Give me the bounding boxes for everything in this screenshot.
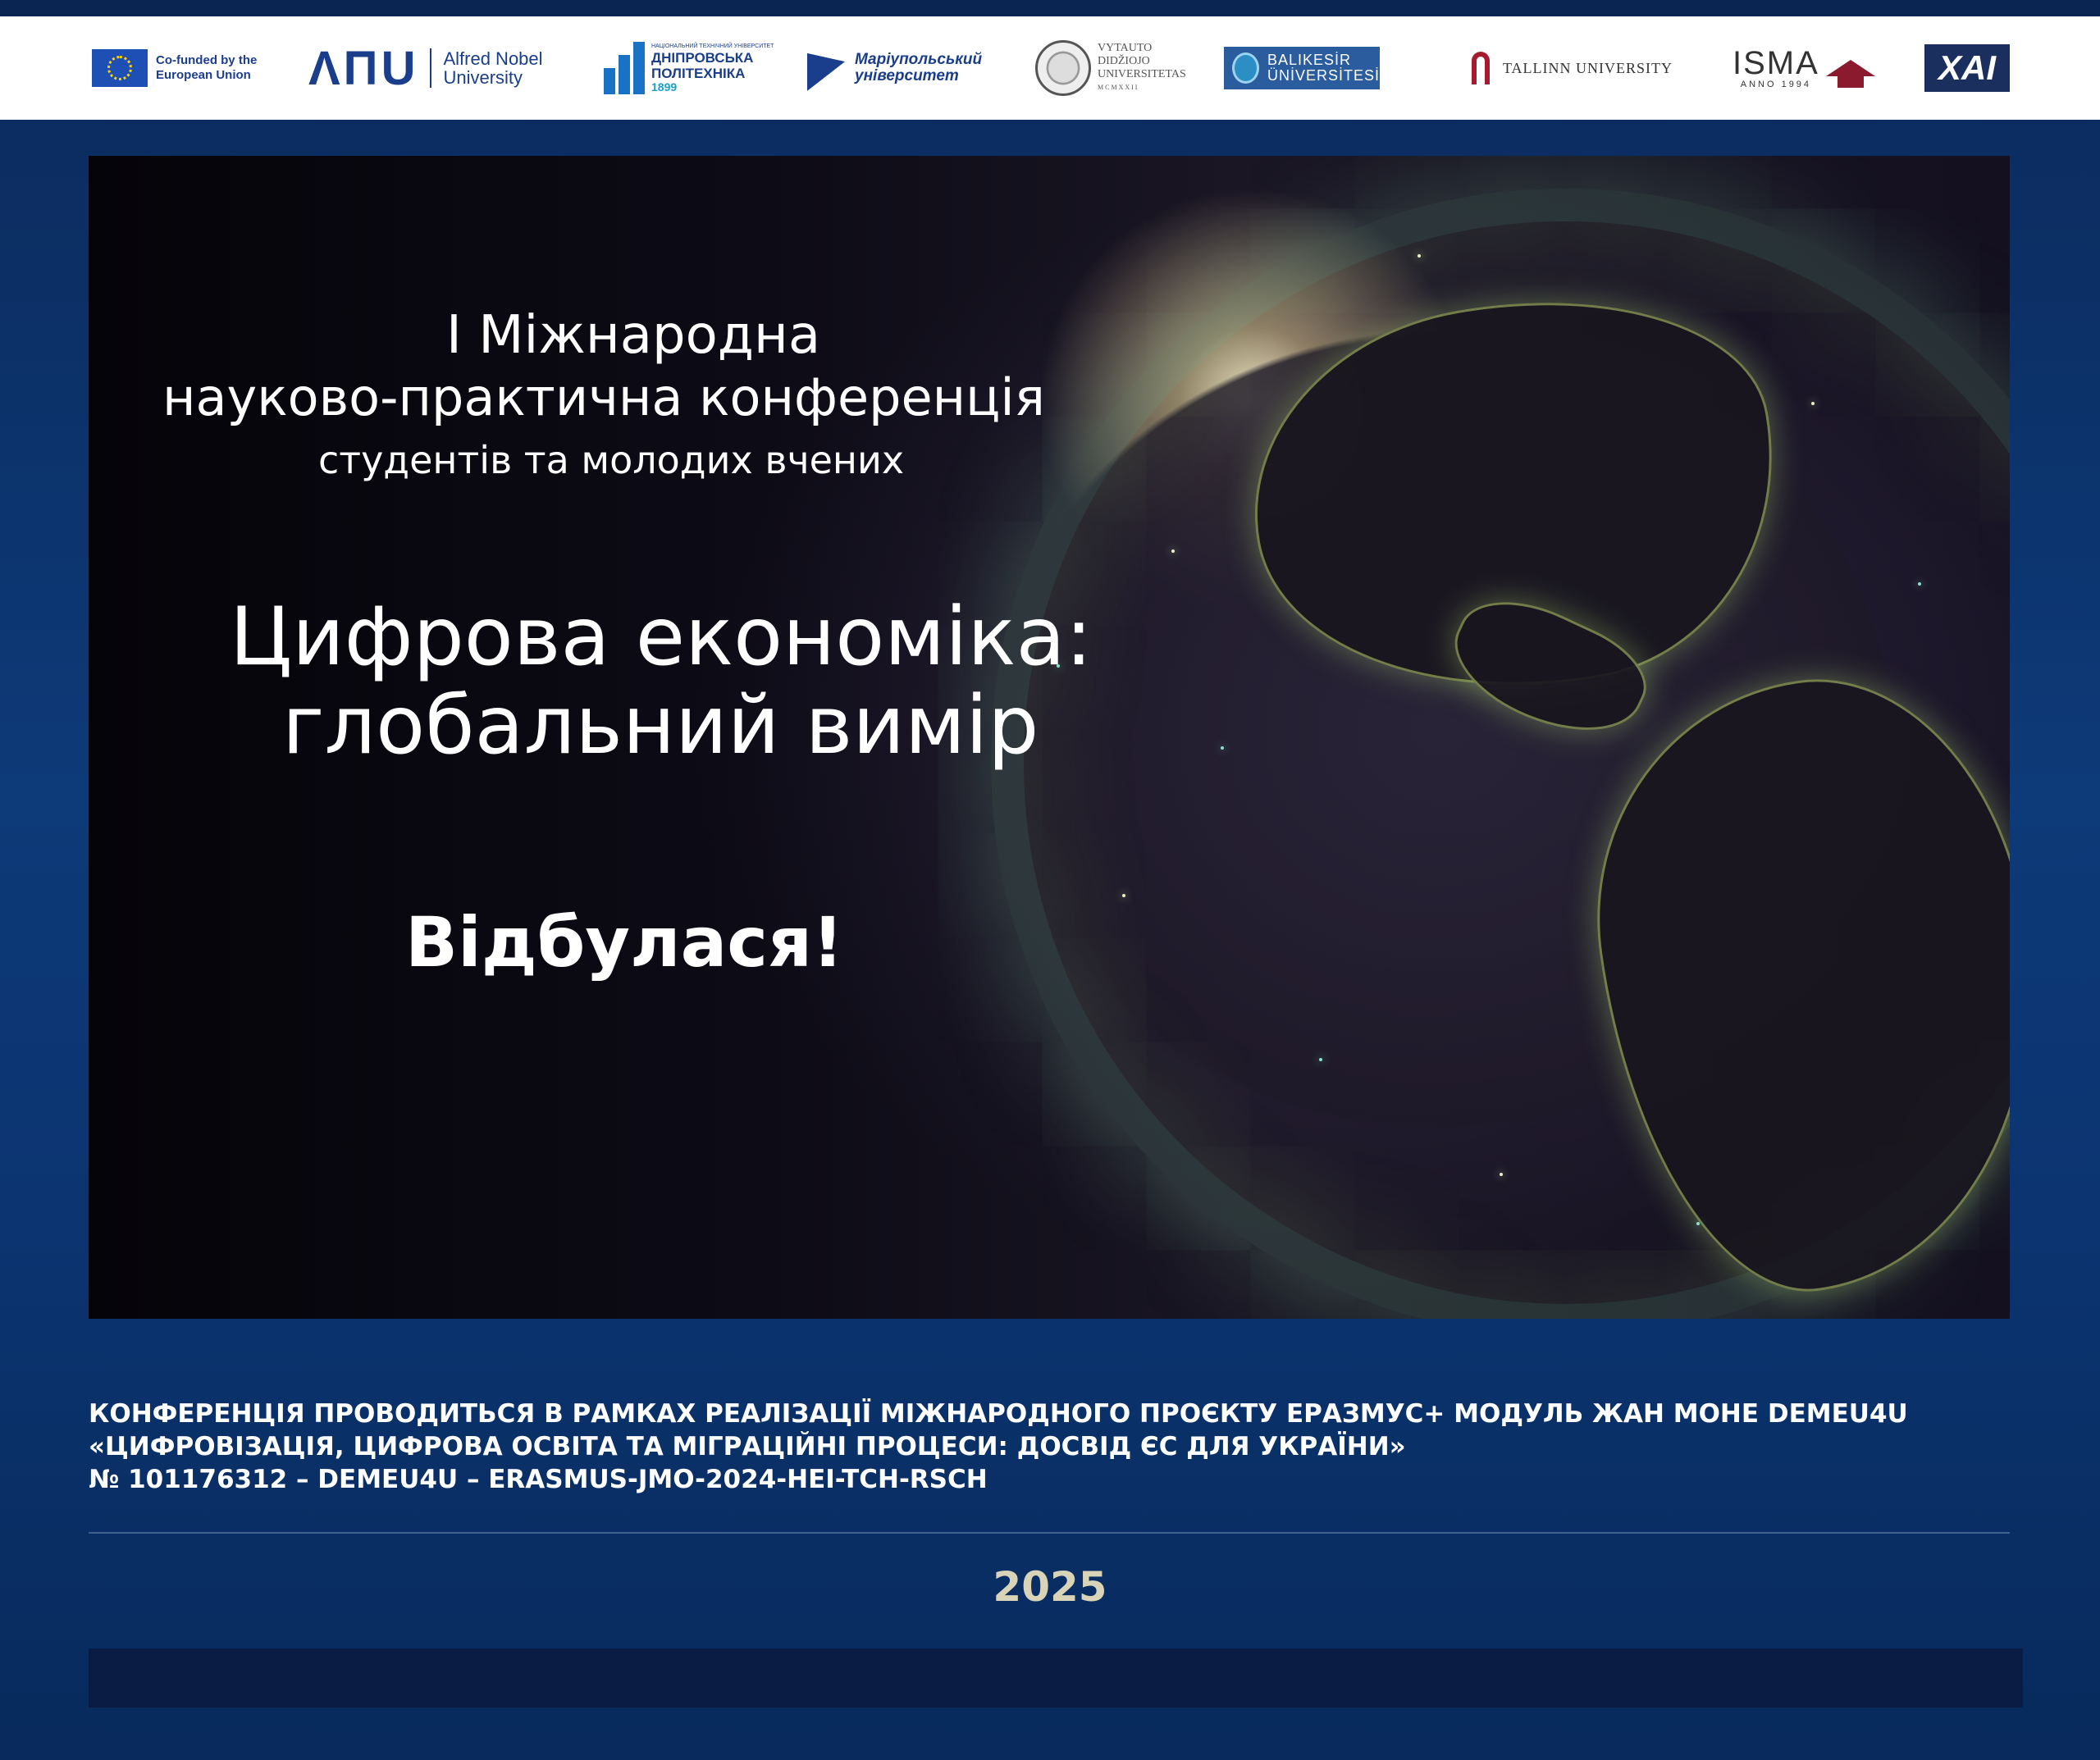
footer-divider xyxy=(89,1532,2010,1534)
dnipro-blocks-icon xyxy=(604,42,646,94)
tallinn-arch-icon xyxy=(1472,52,1490,84)
dnipro-polytechnic-logo: НАЦІОНАЛЬНИЙ ТЕХНІЧНИЙ УНІВЕРСИТЕТ ДНІПР… xyxy=(604,16,774,120)
bird-icon xyxy=(807,45,845,91)
project-note-line1: КОНФЕРЕНЦІЯ ПРОВОДИТЬСЯ В РАМКАХ РЕАЛІЗА… xyxy=(89,1399,1908,1429)
conference-ordinal: І Міжнародна xyxy=(446,305,821,366)
isma-logo-sub: ANNO 1994 xyxy=(1740,80,1812,89)
vytautas-magnus-logo: VYTAUTO DIDŽIOJO UNIVERSITETAS MCMXXII xyxy=(1035,16,1188,120)
conference-type: науково-практична конференція xyxy=(162,367,1045,427)
dnipro-logo-line1: ДНІПРОВСЬКА xyxy=(651,49,754,66)
balikesir-logo-line1: BALIKESİR xyxy=(1267,52,1352,68)
hero-banner: І Міжнародна науково-практична конференц… xyxy=(89,156,2010,1319)
isma-logo: ISMA ANNO 1994 xyxy=(1732,16,1875,120)
balikesir-logo-line2: ÜNİVERSİTESİ xyxy=(1267,67,1380,84)
anu-logo-mark: ΛΠU xyxy=(308,41,419,95)
conference-audience: студентів та молодих вчених xyxy=(318,438,905,482)
isma-logo-name: ISMA xyxy=(1732,45,1819,81)
mariupol-university-logo: Маріупольський університет xyxy=(807,16,986,120)
khai-logo-text: ХАІ xyxy=(1924,44,2010,92)
balikesir-seal-icon xyxy=(1232,52,1259,84)
conference-status: Відбулася! xyxy=(405,902,844,983)
vdu-seal-icon xyxy=(1035,40,1091,96)
khai-logo: ХАІ xyxy=(1924,16,2010,120)
conference-title-line1: Цифрова економіка: xyxy=(230,590,1093,684)
top-strip xyxy=(0,0,2100,16)
tallinn-logo-text: TALLINN UNIVERSITY xyxy=(1503,59,1673,76)
vdu-logo-line1: VYTAUTO xyxy=(1098,42,1153,54)
conference-title-line2: глобальний вимір xyxy=(282,679,1039,773)
dnipro-logo-year: 1899 xyxy=(651,80,678,93)
balikesir-university-logo: BALIKESİR ÜNİVERSİTESİ xyxy=(1224,16,1380,120)
dnipro-logo-subtitle: НАЦІОНАЛЬНИЙ ТЕХНІЧНИЙ УНІВЕРСИТЕТ xyxy=(651,43,774,49)
vdu-logo-line2: DIDŽIOJO xyxy=(1098,55,1150,67)
tallinn-university-logo: TALLINN UNIVERSITY xyxy=(1472,16,1673,120)
mariupol-logo-text: Маріупольський університет xyxy=(855,51,983,84)
vdu-logo-line3: UNIVERSITETAS xyxy=(1098,68,1186,80)
year-label: 2025 xyxy=(993,1563,1107,1611)
eu-logo-text: Co-funded by the European Union xyxy=(156,53,258,82)
bottom-bar xyxy=(89,1648,2023,1708)
anu-logo-text: Alfred Nobel University xyxy=(443,48,543,88)
graduation-cap-icon xyxy=(1825,60,1875,88)
eu-flag-icon xyxy=(92,49,148,87)
vdu-logo-line4: MCMXXII xyxy=(1098,84,1139,91)
project-note-line2: «ЦИФРОВІЗАЦІЯ, ЦИФРОВА ОСВІТА ТА МІГРАЦІ… xyxy=(89,1432,1406,1461)
partner-logo-bar: Co-funded by the European Union ΛΠU Alfr… xyxy=(0,16,2100,120)
eu-logo: Co-funded by the European Union xyxy=(92,16,287,120)
project-note-line3: № 101176312 – DEMEU4U – ERASMUS-JMO-2024… xyxy=(89,1465,988,1494)
dnipro-logo-line2: ПОЛІТЕХНІКА xyxy=(651,65,746,81)
anu-logo: ΛΠU Alfred Nobel University xyxy=(308,16,566,120)
